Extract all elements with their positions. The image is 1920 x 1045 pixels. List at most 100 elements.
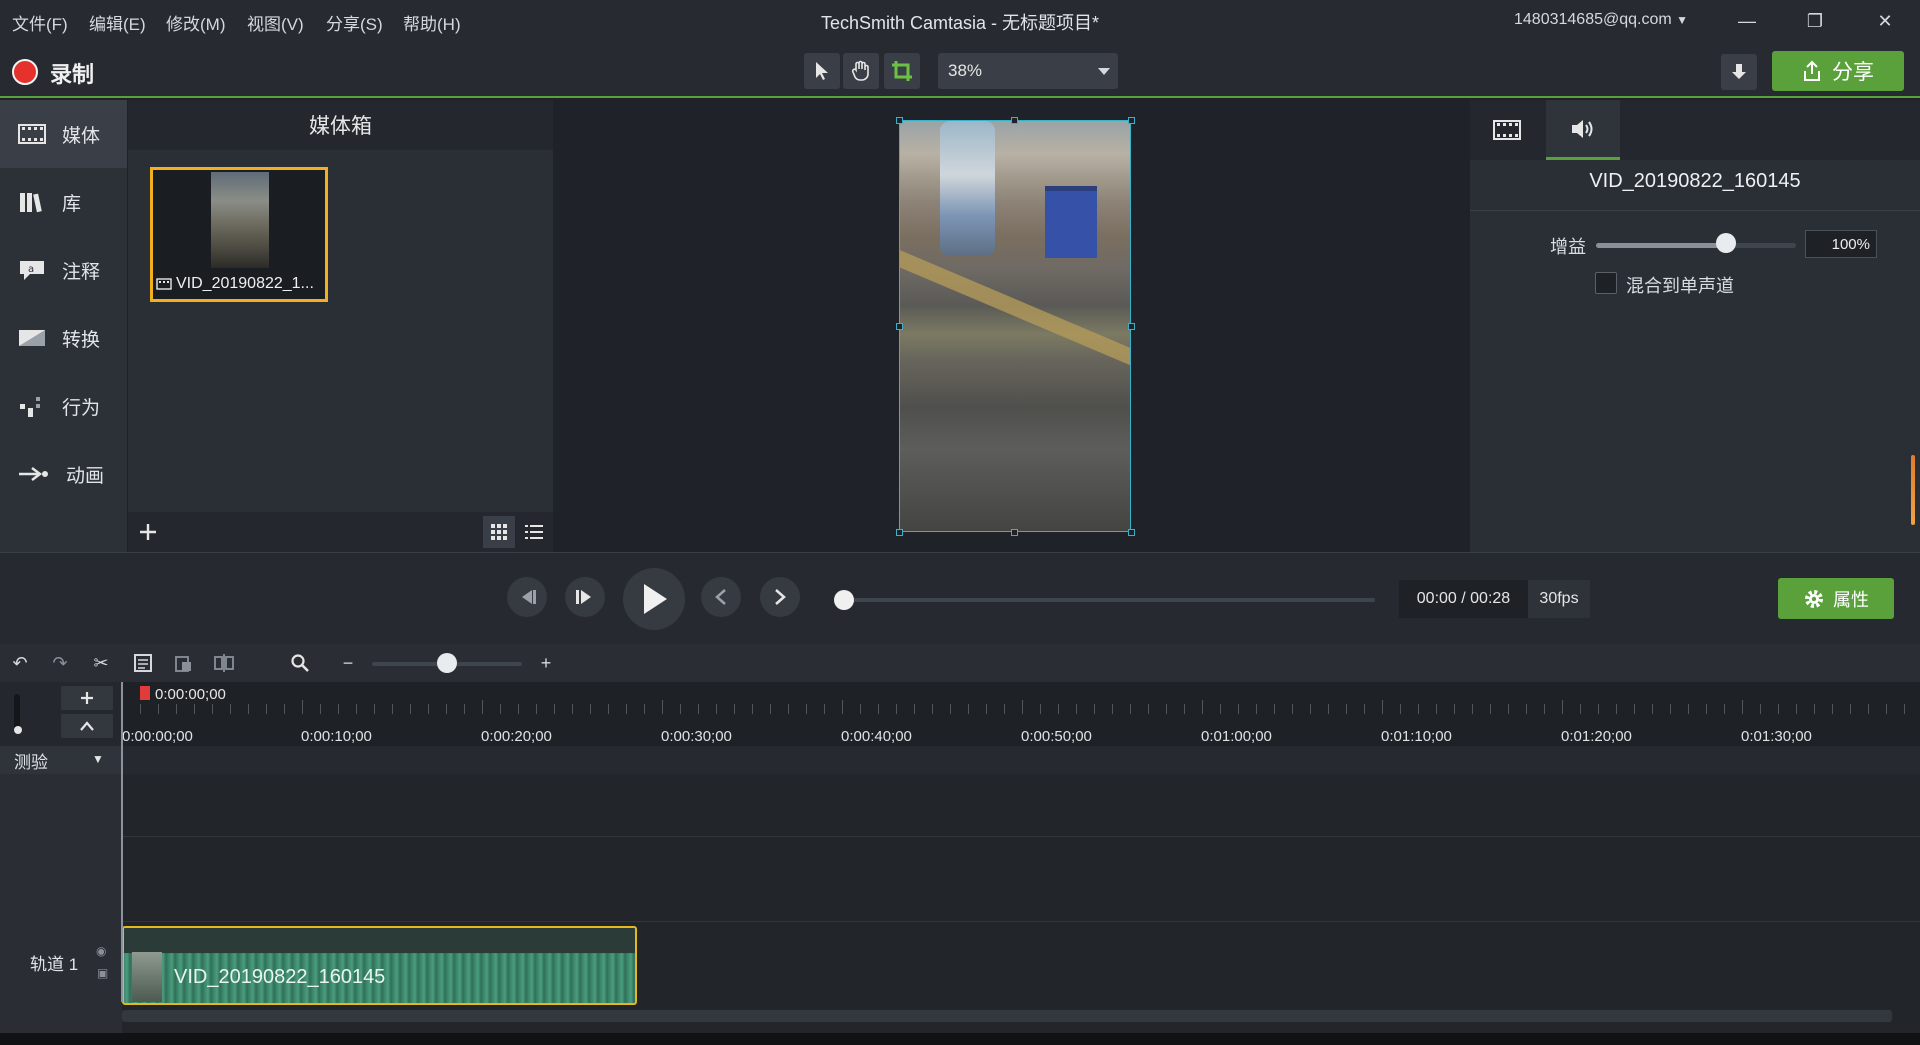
animation-arrow-icon (19, 467, 48, 481)
hand-icon (851, 60, 869, 81)
ruler-label: 0:00:10;00 (301, 728, 372, 745)
copy-button[interactable] (132, 652, 154, 674)
nav-label: 动画 (66, 465, 105, 487)
ruler-tick (1508, 704, 1509, 714)
timeline-clip[interactable]: VID_20190822_160145 (122, 926, 637, 1005)
ruler-tick (1364, 704, 1365, 714)
group-header[interactable]: 测验 ▼ (0, 746, 122, 774)
resize-handle[interactable] (1128, 117, 1135, 124)
menu-view[interactable]: 视图(V) (247, 10, 304, 35)
share-button[interactable]: 分享 (1772, 51, 1904, 91)
properties-scrollbar[interactable] (1911, 455, 1915, 525)
zoom-out-button[interactable]: − (337, 652, 359, 674)
tab-audio-properties[interactable] (1546, 100, 1620, 160)
list-icon (525, 525, 543, 539)
plus-icon (140, 524, 156, 540)
menu-help[interactable]: 帮助(H) (403, 10, 461, 35)
nav-item-annotations[interactable]: a 注释 (0, 236, 127, 304)
crop-tool-button[interactable] (884, 53, 920, 89)
ruler-tick (1526, 704, 1527, 714)
playhead-line[interactable] (121, 682, 123, 1002)
nav-item-behaviors[interactable]: 行为 (0, 372, 127, 440)
resize-handle[interactable] (896, 529, 903, 536)
timeline-zoom-handle[interactable] (437, 653, 457, 673)
track-lock-toggle[interactable]: ▣ (97, 964, 108, 982)
video-content-bin (1045, 186, 1097, 258)
split-button[interactable] (213, 652, 235, 674)
undo-icon: ↶ (12, 652, 28, 673)
account-menu[interactable]: 1480314685@qq.com ▼ (1514, 11, 1688, 29)
list-view-button[interactable] (518, 516, 550, 548)
track-visibility-toggle[interactable]: ◉ (96, 942, 106, 960)
download-button[interactable] (1721, 54, 1757, 90)
timeline-horizontal-scrollbar[interactable] (122, 1010, 1892, 1022)
mix-mono-checkbox[interactable] (1595, 272, 1617, 294)
paste-button[interactable] (172, 652, 194, 674)
zoom-dropdown[interactable]: 38% (938, 53, 1118, 89)
play-button[interactable] (623, 568, 685, 630)
nav-item-library[interactable]: 库 (0, 168, 127, 236)
ruler-tick (590, 704, 591, 714)
add-track-button[interactable] (61, 686, 113, 710)
timeline-ruler[interactable]: 0:00:00;00 0:00:00;00 0:00:10;00 0:00:20… (122, 682, 1920, 746)
gain-slider[interactable] (1596, 243, 1796, 248)
menu-edit[interactable]: 编辑(E) (89, 10, 146, 35)
video-preview[interactable] (899, 120, 1131, 532)
menu-modify[interactable]: 修改(M) (166, 10, 225, 35)
ruler-tick (1580, 704, 1581, 714)
preview-canvas[interactable] (555, 100, 1468, 552)
properties-tabs (1470, 100, 1920, 160)
pan-tool-button[interactable] (843, 53, 879, 89)
taskbar-edge (0, 1033, 1920, 1045)
chevron-down-icon: ▼ (92, 752, 104, 766)
ruler-label: 0:01:30;00 (1741, 728, 1812, 745)
film-strip-icon (1493, 120, 1521, 140)
resize-handle[interactable] (896, 323, 903, 330)
nav-item-transitions[interactable]: 转换 (0, 304, 127, 372)
properties-button[interactable]: 属性 (1778, 578, 1894, 619)
next-button[interactable] (760, 577, 800, 617)
resize-handle[interactable] (1128, 529, 1135, 536)
playhead-marker[interactable] (140, 686, 150, 700)
gain-slider-handle[interactable] (1716, 233, 1736, 253)
menu-share[interactable]: 分享(S) (326, 10, 383, 35)
scrub-bar[interactable] (835, 598, 1375, 602)
timeline-tracks[interactable]: VID_20190822_160145 (122, 746, 1920, 1045)
previous-button[interactable] (701, 577, 741, 617)
collapse-tracks-button[interactable] (61, 714, 113, 738)
grid-view-button[interactable] (483, 516, 515, 548)
media-item[interactable]: VID_20190822_1... (150, 167, 328, 302)
cut-button[interactable]: ✂ (90, 652, 112, 674)
resize-handle[interactable] (1128, 323, 1135, 330)
ruler-tick (1418, 704, 1419, 714)
ruler-tick (1598, 704, 1599, 714)
minimize-button[interactable]: — (1714, 0, 1780, 42)
zoom-search-button[interactable] (289, 652, 311, 674)
select-tool-button[interactable] (804, 53, 840, 89)
restore-button[interactable]: ❐ (1782, 0, 1848, 42)
undo-button[interactable]: ↶ (9, 652, 31, 674)
resize-handle[interactable] (1011, 529, 1018, 536)
ruler-tick (932, 704, 933, 714)
zoom-in-button[interactable]: + (535, 652, 557, 674)
resize-handle[interactable] (1011, 117, 1018, 124)
scrub-handle[interactable] (834, 590, 854, 610)
step-back-button[interactable] (507, 577, 547, 617)
resize-handle[interactable] (896, 117, 903, 124)
menu-file[interactable]: 文件(F) (12, 10, 68, 35)
add-media-button[interactable] (133, 517, 163, 547)
ruler-tick (1778, 704, 1779, 714)
redo-button[interactable]: ↷ (49, 652, 71, 674)
nav-item-media[interactable]: 媒体 (0, 100, 127, 168)
ruler-tick (1670, 704, 1671, 714)
media-bin-title: 媒体箱 (128, 100, 553, 150)
step-forward-button[interactable] (565, 577, 605, 617)
nav-item-animations[interactable]: 动画 (0, 440, 127, 508)
track-height-handle[interactable] (14, 726, 22, 734)
gain-value-input[interactable]: 100% (1805, 230, 1877, 258)
tab-visual-properties[interactable] (1470, 100, 1544, 160)
ruler-tick (680, 704, 681, 714)
track-height-slider[interactable] (14, 694, 20, 730)
ruler-tick (1076, 704, 1077, 714)
close-button[interactable]: ✕ (1852, 0, 1918, 42)
